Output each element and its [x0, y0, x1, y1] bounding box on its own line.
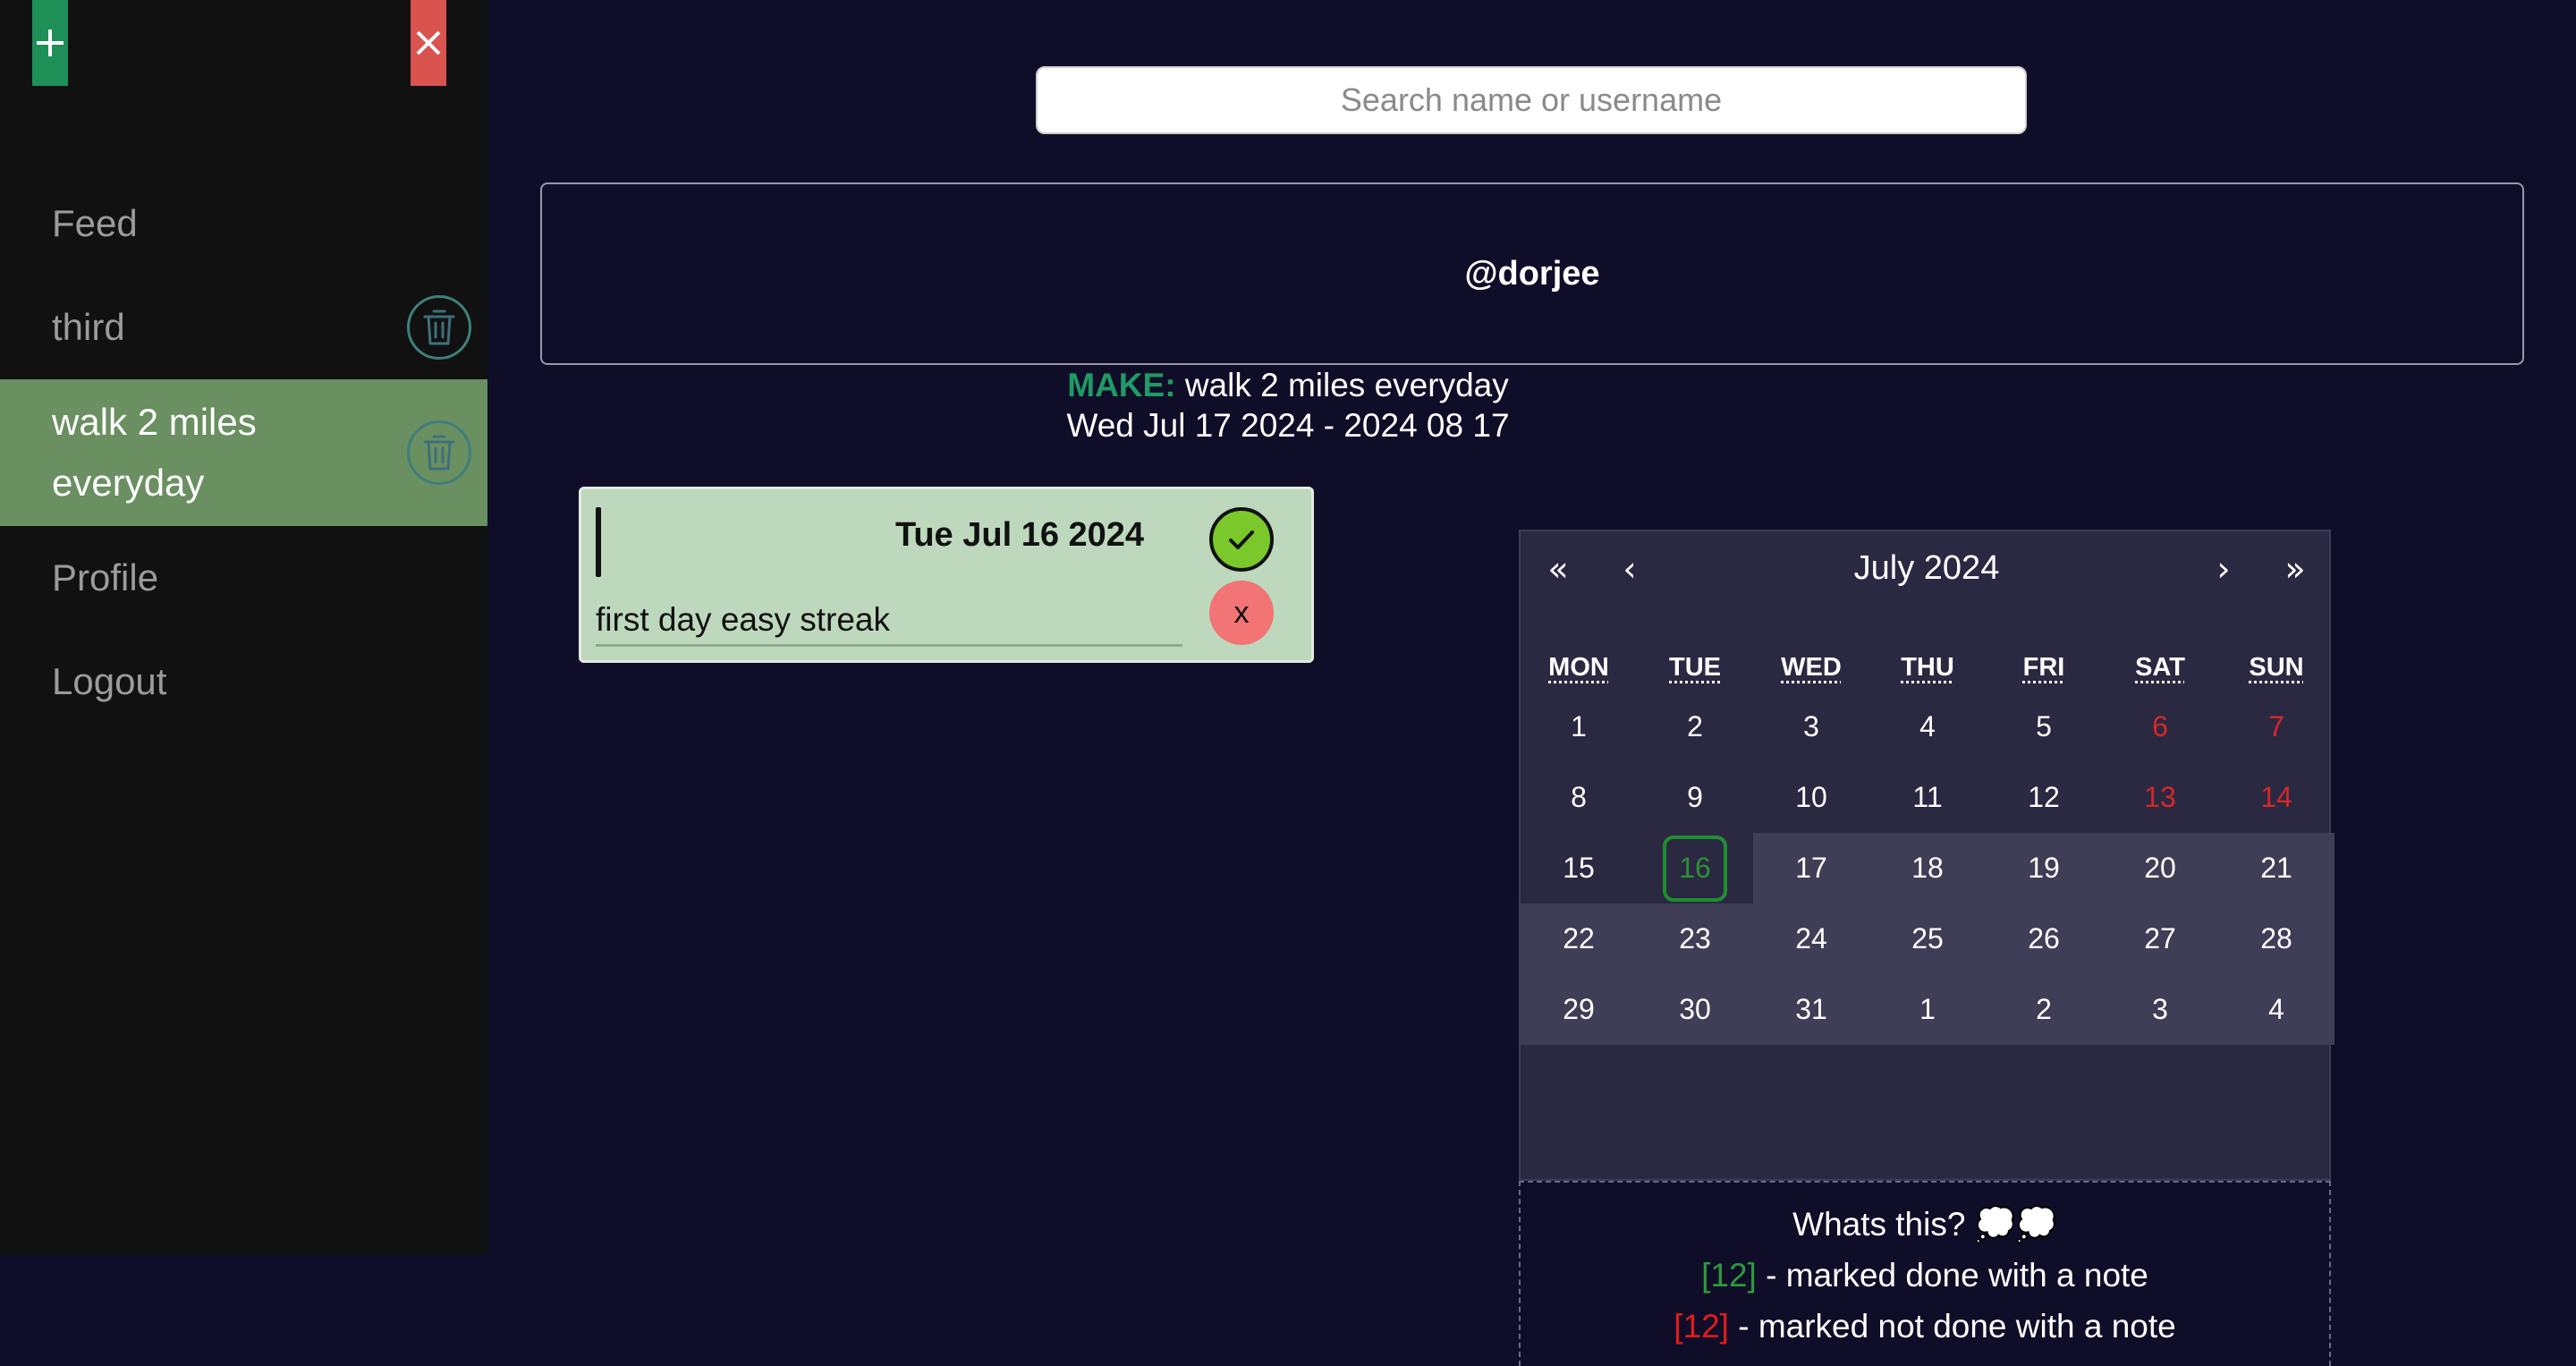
note-accent-bar	[596, 507, 601, 577]
close-sidebar-button[interactable]	[411, 0, 446, 86]
calendar-day-next-month[interactable]: 1	[1869, 974, 1986, 1045]
calendar-day[interactable]: 22	[1521, 904, 1637, 974]
add-goal-button[interactable]	[32, 0, 68, 86]
delete-goal-button[interactable]	[407, 295, 471, 360]
calendar-day[interactable]: 11	[1869, 762, 1986, 833]
calendar-day[interactable]: 4	[1869, 691, 1986, 762]
calendar-day[interactable]: 5	[1986, 691, 2102, 762]
goal-date-range: Wed Jul 17 2024 - 2024 08 17	[1066, 407, 1510, 444]
calendar-day-next-month[interactable]: 2	[1986, 974, 2102, 1045]
sidebar-item-profile[interactable]: Profile	[0, 526, 487, 630]
goal-type-label: MAKE:	[1067, 367, 1176, 403]
calendar-day-next-month[interactable]: 4	[2218, 974, 2334, 1045]
calendar-day[interactable]: 18	[1869, 833, 1986, 904]
calendar-day[interactable]: 25	[1869, 904, 1986, 974]
sidebar-item-label: third	[52, 306, 125, 348]
calendar-day[interactable]: 26	[1986, 904, 2102, 974]
calendar-day[interactable]: 28	[2218, 904, 2334, 974]
calendar-day[interactable]: 21	[2218, 833, 2334, 904]
calendar-day-selected[interactable]: 16	[1637, 833, 1753, 904]
calendar-day[interactable]: 10	[1753, 762, 1869, 833]
sidebar-item-label: Logout	[52, 660, 167, 702]
calendar-day[interactable]: 27	[2102, 904, 2218, 974]
sidebar-nav: Feed third walk 2 miles everyday Profile…	[0, 172, 487, 734]
calendar-day[interactable]: 1	[1521, 691, 1637, 762]
close-icon	[416, 30, 441, 55]
calendar-day[interactable]: 15	[1521, 833, 1637, 904]
calendar-legend: Whats this? 💭💭 [12] - marked done with a…	[1519, 1181, 2331, 1366]
note-input[interactable]	[596, 595, 1182, 647]
mark-not-done-button[interactable]: x	[1209, 581, 1274, 645]
mark-done-button[interactable]	[1209, 507, 1274, 572]
calendar-day[interactable]: 24	[1753, 904, 1869, 974]
sidebar-item-label: Feed	[52, 202, 138, 244]
goal-text: walk 2 miles everyday	[1184, 367, 1509, 403]
calendar: « ‹ July 2024 › » MON TUE WED THU FRI SAT SUN …	[1519, 530, 2334, 1183]
calendar-day[interactable]: 7	[2218, 691, 2334, 762]
legend-done-sample: [12]	[1701, 1257, 1757, 1294]
legend-done-text: - marked done with a note	[1756, 1257, 2148, 1294]
calendar-day[interactable]: 19	[1986, 833, 2102, 904]
legend-not-done-text: - marked not done with a note	[1728, 1308, 2176, 1345]
search-input[interactable]	[1036, 66, 2027, 134]
calendar-day[interactable]: 31	[1753, 974, 1869, 1045]
check-icon	[1229, 530, 1254, 549]
app-root: Feed third walk 2 miles everyday Profile…	[0, 0, 2576, 1366]
calendar-day[interactable]: 12	[1986, 762, 2102, 833]
trash-icon	[423, 310, 455, 345]
calendar-day[interactable]: 3	[1753, 691, 1869, 762]
calendar-day[interactable]: 8	[1521, 762, 1637, 833]
legend-not-done-sample: [12]	[1674, 1308, 1729, 1345]
legend-not-done-row: [12] - marked not done with a note	[1521, 1308, 2329, 1345]
calendar-day-next-month[interactable]: 3	[2102, 974, 2218, 1045]
username: @dorjee	[1464, 254, 1600, 293]
sidebar-item-label: Profile	[52, 556, 159, 598]
calendar-day[interactable]: 6	[2102, 691, 2218, 762]
plus-icon	[37, 30, 64, 56]
calendar-day[interactable]: 20	[2102, 833, 2218, 904]
calendar-day[interactable]: 23	[1637, 904, 1753, 974]
day-note-card: Tue Jul 16 2024 x	[579, 487, 1314, 663]
calendar-day[interactable]: 2	[1637, 691, 1753, 762]
calendar-day[interactable]: 30	[1637, 974, 1753, 1045]
sidebar-item-feed[interactable]: Feed	[0, 172, 487, 276]
legend-done-row: [12] - marked done with a note	[1521, 1257, 2329, 1294]
calendar-day[interactable]: 9	[1637, 762, 1753, 833]
profile-header: @dorjee	[540, 182, 2524, 365]
calendar-days: 1 2 3 4 5 6 7 8 9 10 11 12 13 14 15 16 17 18 19 20 21 22 23 24 2…	[1521, 531, 2334, 1183]
calendar-day[interactable]: 29	[1521, 974, 1637, 1045]
calendar-day[interactable]: 14	[2218, 762, 2334, 833]
goal-title: MAKE: walk 2 miles everyday	[0, 367, 2576, 404]
selected-day-marker: 16	[1663, 835, 1727, 902]
calendar-day[interactable]: 13	[2102, 762, 2218, 833]
sidebar-item-logout[interactable]: Logout	[0, 630, 487, 734]
sidebar: Feed third walk 2 miles everyday Profile…	[0, 0, 487, 1254]
sidebar-item-third[interactable]: third	[0, 276, 487, 379]
legend-title: Whats this? 💭💭	[1792, 1206, 2057, 1243]
calendar-day[interactable]: 17	[1753, 833, 1869, 904]
